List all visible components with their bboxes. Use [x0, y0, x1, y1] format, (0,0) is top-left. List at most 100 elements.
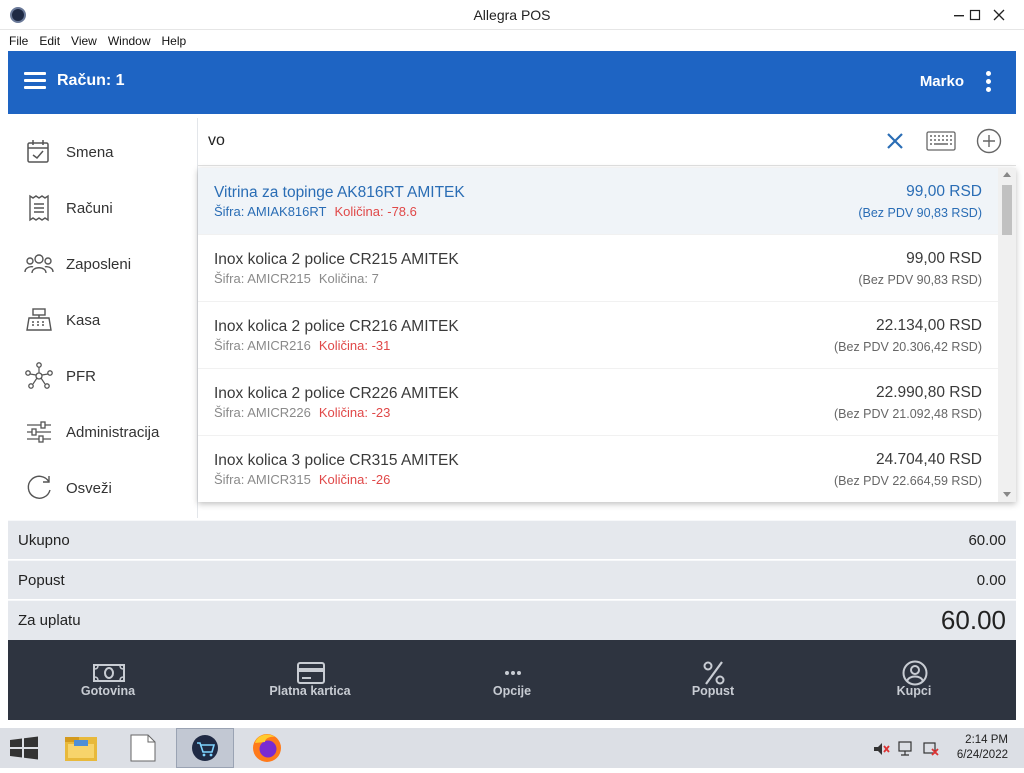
menu-help[interactable]: Help	[162, 34, 187, 48]
sidebar-item-label: PFR	[66, 367, 96, 385]
results-scrollbar[interactable]	[998, 168, 1016, 502]
card-payment-button[interactable]: Platna kartica	[210, 640, 410, 720]
calendar-check-icon	[27, 140, 49, 163]
sidebar-item-label: Računi	[66, 199, 113, 217]
network-icon	[25, 362, 53, 389]
product-price-without-vat: (Bez PDV 90,83 RSD)	[858, 206, 982, 220]
folder-icon	[65, 737, 97, 761]
menu-window[interactable]: Window	[108, 34, 151, 48]
sidebar-item-racuni[interactable]: Računi	[8, 180, 198, 236]
start-button[interactable]	[0, 728, 58, 768]
scrollbar-thumb[interactable]	[1002, 185, 1012, 235]
product-meta: Šifra: AMIAK816RT Količina: -78.6	[214, 204, 417, 219]
user-name[interactable]: Marko	[920, 73, 964, 90]
refresh-icon	[27, 475, 51, 499]
sidebar-item-label: Osveži	[66, 479, 112, 497]
sidebar-item-label: Administracija	[66, 423, 160, 441]
clock-date: 6/24/2022	[956, 749, 1008, 761]
search-input[interactable]	[208, 128, 808, 154]
customers-button[interactable]: Kupci	[814, 640, 1014, 720]
product-sku: Šifra: AMIAK816RT	[214, 204, 327, 219]
product-quantity: Količina: -31	[318, 338, 391, 353]
taskbar-clock[interactable]: 2:14 PM 6/24/2022	[957, 733, 1008, 763]
action-center-icon[interactable]	[922, 740, 940, 757]
sidebar-item-osvezi[interactable]: Osveži	[8, 460, 198, 516]
scroll-down-icon[interactable]	[1003, 492, 1011, 497]
receipt-icon	[29, 194, 49, 222]
total-row: Ukupno 60.00	[8, 520, 1016, 559]
hamburger-menu-icon[interactable]	[24, 72, 46, 90]
sidebar-item-label: Smena	[66, 143, 114, 161]
windows-logo-icon	[10, 736, 38, 760]
product-meta: Šifra: AMICR315 Količina: -26	[214, 472, 390, 487]
search-result-row[interactable]: Inox kolica 3 police CR315 AMITEK Šifra: …	[198, 436, 998, 502]
document-icon	[130, 734, 156, 762]
discount-row: Popust 0.00	[8, 560, 1016, 599]
sidebar-item-zaposleni[interactable]: Zaposleni	[8, 236, 198, 292]
keyboard-icon[interactable]	[926, 131, 956, 151]
user-circle-icon	[902, 660, 928, 686]
close-button[interactable]	[984, 0, 1014, 30]
search-results-dropdown: Vitrina za topinge AK816RT AMITEK Šifra: …	[198, 168, 1016, 502]
pos-app-icon	[192, 735, 218, 761]
menu-edit[interactable]: Edit	[39, 34, 60, 48]
amount-due-value: 60.00	[940, 605, 1006, 635]
file-explorer-taskbar-icon[interactable]	[52, 728, 110, 768]
firefox-taskbar-icon[interactable]	[238, 728, 296, 768]
search-result-row[interactable]: Inox kolica 2 police CR216 AMITEK Šifra: …	[198, 302, 998, 369]
discount-value: 0.00	[976, 572, 1006, 589]
app-header: Račun: 1 Marko	[8, 51, 1016, 114]
firefox-icon	[253, 734, 281, 762]
network-status-icon[interactable]	[897, 740, 915, 757]
more-horizontal-icon	[505, 671, 521, 675]
product-name: Inox kolica 2 police CR216 AMITEK	[214, 318, 459, 335]
amount-due-label: Za uplatu	[18, 612, 81, 629]
people-icon	[24, 254, 54, 274]
product-name: Inox kolica 3 police CR315 AMITEK	[214, 452, 459, 469]
sidebar-item-kasa[interactable]: Kasa	[8, 292, 198, 348]
add-circle-icon[interactable]	[976, 128, 1002, 154]
sidebar-item-label: Kasa	[66, 311, 101, 329]
sidebar-item-smena[interactable]: Smena	[8, 124, 198, 180]
sidebar-item-administracija[interactable]: Administracija	[8, 404, 198, 460]
document-taskbar-icon[interactable]	[114, 728, 172, 768]
search-result-row[interactable]: Vitrina za topinge AK816RT AMITEK Šifra: …	[198, 168, 998, 235]
percent-icon	[703, 661, 725, 685]
menu-file[interactable]: File	[9, 34, 28, 48]
product-price: 24.704,40 RSD	[876, 451, 982, 468]
allegra-pos-taskbar-icon[interactable]	[176, 728, 234, 768]
volume-muted-icon[interactable]	[872, 741, 890, 757]
product-price: 22.134,00 RSD	[876, 317, 982, 334]
action-label: Platna kartica	[269, 684, 351, 698]
product-quantity: Količina: -26	[318, 472, 391, 487]
menu-view[interactable]: View	[71, 34, 97, 48]
close-icon	[993, 9, 1005, 21]
product-sku: Šifra: AMICR315	[214, 472, 311, 487]
clear-search-icon[interactable]	[884, 130, 906, 152]
options-button[interactable]: Opcije	[412, 640, 612, 720]
product-sku: Šifra: AMICR216	[214, 338, 311, 353]
action-label: Opcije	[492, 684, 532, 698]
product-price: 22.990,80 RSD	[876, 384, 982, 401]
scroll-up-icon[interactable]	[1003, 172, 1011, 177]
sidebar-item-pfr[interactable]: PFR	[8, 348, 198, 404]
product-sku: Šifra: AMICR226	[214, 405, 311, 420]
receipt-number: Račun: 1	[57, 72, 125, 89]
amount-due-row: Za uplatu 60.00	[8, 600, 1016, 640]
discount-button[interactable]: Popust	[613, 640, 813, 720]
taskbar: 2:14 PM 6/24/2022	[0, 728, 1024, 768]
cash-payment-button[interactable]: Gotovina	[8, 640, 208, 720]
product-price-without-vat: (Bez PDV 20.306,42 RSD)	[834, 340, 982, 354]
product-meta: Šifra: AMICR226 Količina: -23	[214, 405, 390, 420]
sliders-icon	[27, 421, 51, 443]
action-label: Gotovina	[80, 684, 136, 698]
product-quantity: Količina: -23	[318, 405, 391, 420]
search-result-row[interactable]: Inox kolica 2 police CR226 AMITEK Šifra: …	[198, 369, 998, 436]
more-vertical-icon[interactable]	[986, 71, 992, 93]
total-value: 60.00	[968, 532, 1006, 549]
product-price: 99,00 RSD	[906, 250, 982, 267]
product-price: 99,00 RSD	[906, 183, 982, 200]
search-result-row[interactable]: Inox kolica 2 police CR215 AMITEK Šifra: …	[198, 235, 998, 302]
discount-label: Popust	[18, 572, 65, 589]
maximize-icon	[969, 9, 981, 21]
